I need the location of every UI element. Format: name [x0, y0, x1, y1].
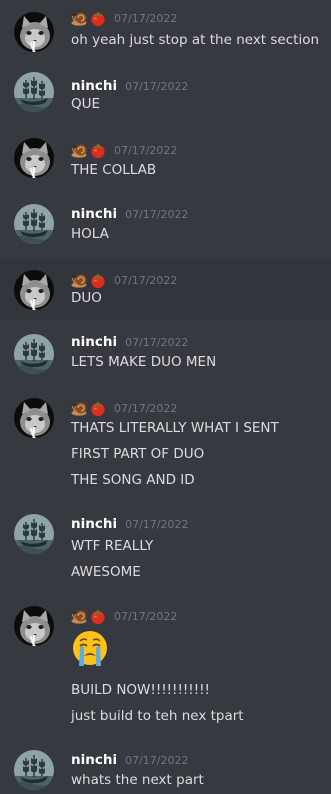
message-text: LETS MAKE DUO MEN	[71, 354, 217, 370]
timestamp: 07/17/2022	[114, 609, 178, 623]
ghost-ship-avatar-icon	[14, 334, 54, 374]
message-group[interactable]: 07/17/2022 oh yeah just stop at the next…	[0, 0, 331, 58]
message-text: THE COLLAB	[71, 162, 157, 178]
message-text: just build to teh nex tpart	[71, 708, 244, 724]
username-emoji[interactable]	[71, 607, 106, 625]
message-text: AWESOME	[71, 564, 141, 580]
message-text: HOLA	[71, 226, 109, 242]
timestamp: 07/17/2022	[125, 517, 189, 531]
gray-cat-avatar-icon	[14, 398, 54, 438]
message-text: THE SONG AND ID	[71, 472, 195, 488]
message-group[interactable]: ninchi 07/17/2022 QUE	[0, 58, 331, 124]
gray-cat-avatar-icon	[14, 138, 54, 178]
message-header: 07/17/2022	[71, 140, 177, 160]
loudly-crying-face-emoji-icon	[73, 631, 107, 666]
message-group[interactable]: 07/17/2022 THE COLLAB	[0, 124, 331, 190]
timestamp: 07/17/2022	[125, 335, 189, 349]
message-group[interactable]: ninchi 07/17/2022 HOLA	[0, 190, 331, 256]
timestamp: 07/17/2022	[125, 753, 189, 767]
message-header: 07/17/2022	[71, 8, 177, 28]
snail-icon	[71, 609, 87, 624]
timestamp: 07/17/2022	[114, 273, 178, 287]
tomato-icon	[90, 143, 106, 158]
avatar[interactable]	[14, 398, 54, 438]
username-emoji[interactable]	[71, 9, 106, 27]
message-text: whats the next part	[71, 772, 204, 788]
ghost-ship-avatar-icon	[14, 514, 54, 554]
message-header: ninchi 07/17/2022	[71, 514, 189, 534]
username-emoji[interactable]	[71, 271, 106, 289]
message-group[interactable]: 07/17/2022 DUO	[0, 258, 331, 320]
chat-message-list: 07/17/2022 oh yeah just stop at the next…	[0, 0, 331, 794]
avatar[interactable]	[14, 606, 54, 646]
message-text: DUO	[71, 290, 102, 306]
message-group[interactable]: 07/17/2022 BUILD NOW!!!!!!!!!!! just bui…	[0, 600, 331, 740]
avatar[interactable]	[14, 514, 54, 554]
message-header: 07/17/2022	[71, 606, 177, 626]
message-group[interactable]: ninchi 07/17/2022 LETS MAKE DUO MEN	[0, 320, 331, 384]
tomato-icon	[90, 609, 106, 624]
tomato-icon	[90, 401, 106, 416]
timestamp: 07/17/2022	[114, 143, 178, 157]
message-text: WTF REALLY	[71, 538, 154, 554]
timestamp: 07/17/2022	[114, 401, 178, 415]
username[interactable]: ninchi	[71, 78, 117, 94]
avatar[interactable]	[14, 204, 54, 244]
message-text: QUE	[71, 96, 101, 112]
message-header: 07/17/2022	[71, 398, 177, 418]
timestamp: 07/17/2022	[125, 79, 189, 93]
gray-cat-avatar-icon	[14, 606, 54, 646]
message-header: ninchi 07/17/2022	[71, 76, 189, 96]
username-emoji[interactable]	[71, 399, 106, 417]
avatar[interactable]	[14, 72, 54, 112]
snail-icon	[71, 273, 87, 288]
snail-icon	[71, 401, 87, 416]
avatar[interactable]	[14, 270, 54, 310]
tomato-icon	[90, 11, 106, 26]
avatar[interactable]	[14, 138, 54, 178]
message-header: 07/17/2022	[71, 270, 177, 290]
message-text: oh yeah just stop at the next section	[71, 32, 320, 48]
avatar[interactable]	[14, 12, 54, 52]
message-header: ninchi 07/17/2022	[71, 204, 189, 224]
message-group[interactable]: 07/17/2022 THATS LITERALLY WHAT I SENT F…	[0, 384, 331, 510]
username[interactable]: ninchi	[71, 334, 117, 350]
message-text: FIRST PART OF DUO	[71, 446, 205, 462]
avatar[interactable]	[14, 334, 54, 374]
message-group[interactable]: ninchi 07/17/2022 WTF REALLY AWESOME	[0, 510, 331, 602]
avatar[interactable]	[14, 750, 54, 790]
username[interactable]: ninchi	[71, 752, 117, 768]
username[interactable]: ninchi	[71, 206, 117, 222]
message-group[interactable]: ninchi 07/17/2022 whats the next part	[0, 740, 331, 794]
timestamp: 07/17/2022	[114, 11, 178, 25]
username[interactable]: ninchi	[71, 516, 117, 532]
gray-cat-avatar-icon	[14, 12, 54, 52]
ghost-ship-avatar-icon	[14, 204, 54, 244]
message-header: ninchi 07/17/2022	[71, 750, 189, 770]
gray-cat-avatar-icon	[14, 270, 54, 310]
username-emoji[interactable]	[71, 141, 106, 159]
message-header: ninchi 07/17/2022	[71, 332, 189, 352]
ghost-ship-avatar-icon	[14, 72, 54, 112]
message-text: THATS LITERALLY WHAT I SENT	[71, 420, 279, 436]
ghost-ship-avatar-icon	[14, 750, 54, 790]
snail-icon	[71, 143, 87, 158]
message-text: BUILD NOW!!!!!!!!!!!	[71, 682, 210, 698]
timestamp: 07/17/2022	[125, 207, 189, 221]
snail-icon	[71, 11, 87, 26]
tomato-icon	[90, 273, 106, 288]
